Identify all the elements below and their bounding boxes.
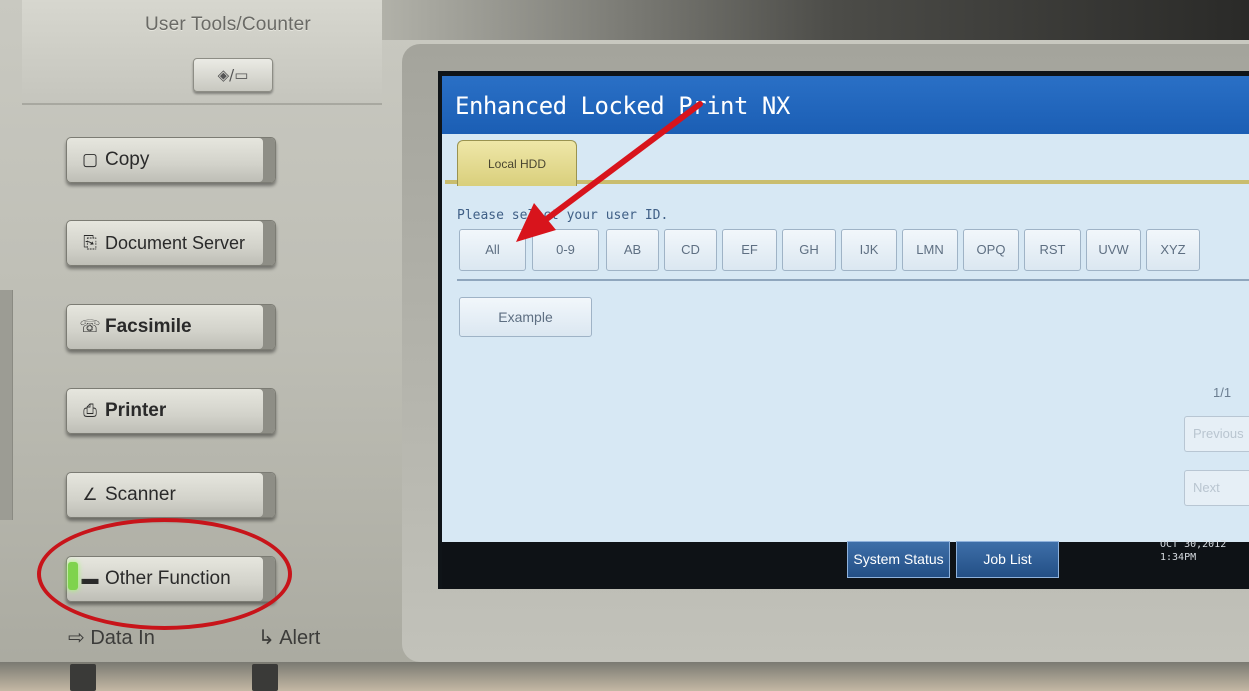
user-tools-key[interactable]: ◈/▭ [193, 58, 273, 92]
data-in-icon: ⇨ [68, 627, 85, 649]
scanner-key-label: Scanner [105, 484, 176, 505]
document-server-icon: ⎘ [83, 233, 97, 252]
copy-icon: ▢ [81, 150, 99, 169]
previous-button[interactable]: Previous [1184, 416, 1249, 452]
printer-icon: ⎙ [83, 401, 97, 420]
filter-opq-button[interactable]: OPQ [963, 229, 1019, 271]
page-indicator: 1/1 [1213, 385, 1232, 400]
device-foot [70, 664, 96, 691]
background-shadow [330, 0, 1249, 40]
tab-local-hdd[interactable]: Local HDD [457, 140, 577, 186]
filter-xyz-button[interactable]: XYZ [1146, 229, 1200, 271]
user-tools-label: User Tools/Counter [145, 14, 311, 35]
scanner-key[interactable]: ∠ Scanner [66, 472, 276, 518]
filter-ijk-button[interactable]: IJK [841, 229, 897, 271]
select-user-prompt: Please select your user ID. [457, 208, 669, 223]
screen-title: Enhanced Locked Print NX [455, 92, 790, 120]
printer-key[interactable]: ⎙ Printer [66, 388, 276, 434]
document-server-key[interactable]: ⎘ Document Server [66, 220, 276, 266]
status-bar [442, 542, 1249, 589]
copy-key-label: Copy [105, 149, 150, 170]
date-time: OCT 30,2012 1:34PM [1160, 538, 1226, 564]
facsimile-icon: ☏ [79, 317, 101, 336]
facsimile-key-label: Facsimile [105, 316, 192, 337]
filter-0-9-button[interactable]: 0-9 [532, 229, 599, 271]
filter-all-button[interactable]: All [459, 229, 526, 271]
panel-edge [0, 290, 13, 520]
job-list-button[interactable]: Job List [956, 541, 1059, 578]
filter-rst-button[interactable]: RST [1024, 229, 1081, 271]
filter-row-divider [457, 279, 1249, 281]
filter-ab-button[interactable]: AB [606, 229, 659, 271]
filter-cd-button[interactable]: CD [664, 229, 717, 271]
filter-uvw-button[interactable]: UVW [1086, 229, 1141, 271]
filter-ef-button[interactable]: EF [722, 229, 777, 271]
user-tools-panel: User Tools/Counter ◈/▭ [22, 0, 382, 105]
alert-icon: ↳ [258, 627, 275, 649]
user-id-example-button[interactable]: Example [459, 297, 592, 337]
facsimile-key[interactable]: ☏ Facsimile [66, 304, 276, 350]
alert-label: Alert [279, 627, 321, 649]
highlight-ellipse [37, 518, 292, 630]
date-text: OCT 30,2012 [1160, 539, 1227, 550]
time-text: 1:34PM [1160, 552, 1197, 563]
filter-lmn-button[interactable]: LMN [902, 229, 958, 271]
device-foot [252, 664, 278, 691]
data-in-label: Data In [90, 627, 155, 649]
alert-indicator: ↳ Alert [258, 625, 320, 650]
system-status-button[interactable]: System Status [847, 541, 950, 578]
next-button[interactable]: Next [1184, 470, 1249, 506]
printer-key-label: Printer [105, 400, 167, 421]
copy-key[interactable]: ▢ Copy [66, 137, 276, 183]
filter-gh-button[interactable]: GH [782, 229, 836, 271]
scanner-icon: ∠ [82, 485, 98, 504]
device-base [0, 662, 1249, 691]
document-server-key-label: Document Server [105, 232, 246, 253]
